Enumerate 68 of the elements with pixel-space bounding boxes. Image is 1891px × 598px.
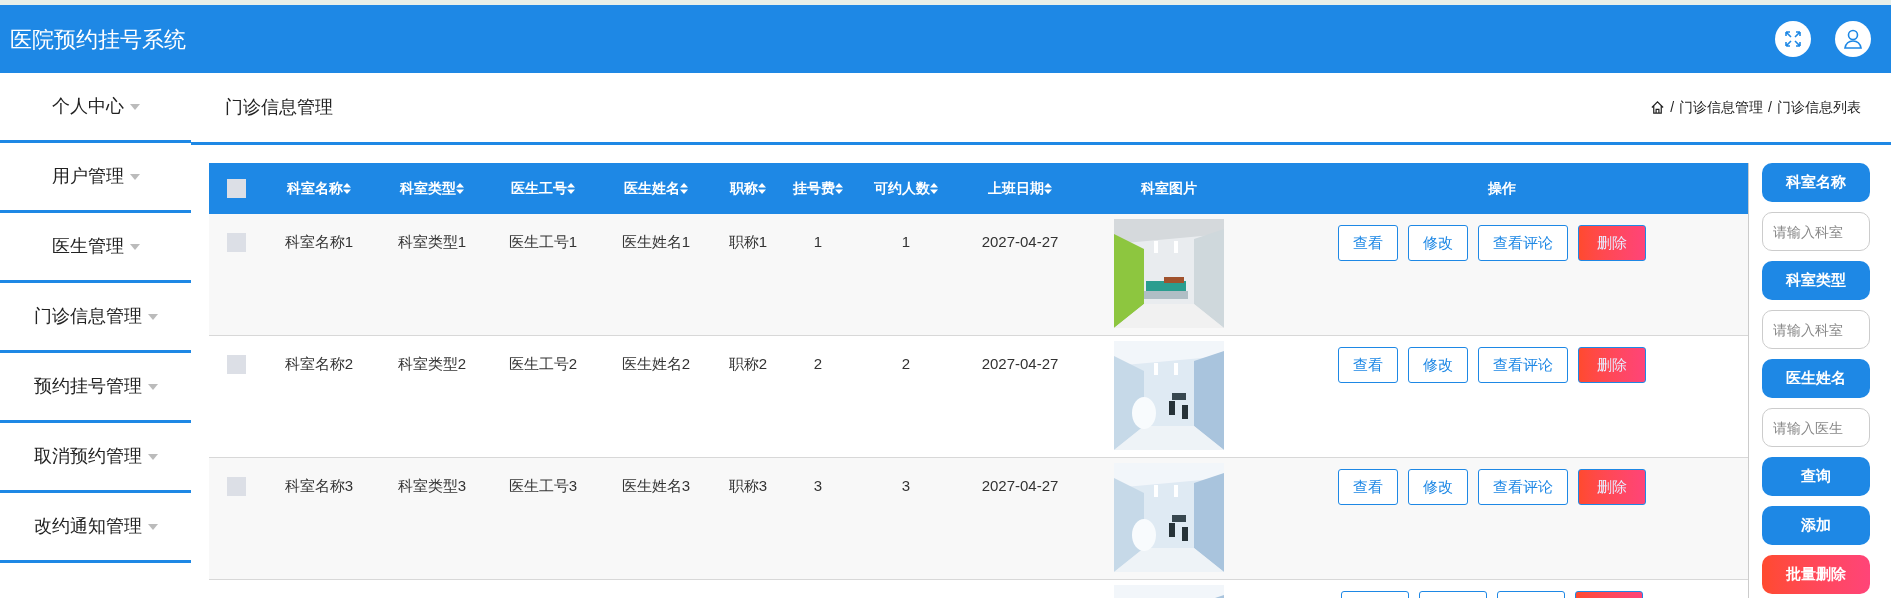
sidebar-item[interactable]: 取消预约管理 (33, 443, 142, 470)
table-cell-text: 职称1 (728, 232, 768, 252)
page-title: 门诊信息管理 (225, 96, 333, 119)
breadcrumb-item: 门诊信息列表 (1777, 98, 1861, 117)
action-button[interactable]: 查看 (1338, 469, 1398, 505)
table-cell-text: 3 (813, 476, 823, 496)
action-button[interactable]: 查看评论 (1478, 347, 1568, 383)
table-cell-text: 科室名称1 (284, 232, 354, 252)
table-cell-text: 科室类型1 (397, 232, 467, 252)
batch-delete-button[interactable]: 批量删除 (1762, 555, 1870, 594)
column-header[interactable]: 挂号费 (793, 178, 835, 199)
sidebar-item[interactable]: 预约挂号管理 (33, 373, 142, 400)
sidebar-item[interactable]: 改约通知管理 (33, 513, 142, 540)
table-cell-text: 2027-04-27 (981, 476, 1059, 496)
action-button[interactable]: 查看 (1338, 225, 1398, 261)
sidebar-item[interactable]: 用户管理 (51, 163, 124, 190)
table-cell-text: 职称3 (728, 476, 768, 496)
table-cell-text: 3 (901, 476, 911, 496)
column-header: 科室图片 (1141, 179, 1197, 198)
table-cell-text: 科室名称2 (284, 354, 354, 374)
action-button[interactable]: 修改 (1408, 347, 1468, 383)
action-button[interactable]: 修改 (1408, 469, 1468, 505)
table-cell-text: 医生姓名1 (621, 232, 691, 252)
table-cell-text: 医生工号2 (508, 354, 578, 374)
filter-label: 医生姓名 (1762, 359, 1870, 398)
breadcrumb-item[interactable]: 门诊信息管理 (1679, 97, 1764, 118)
column-header[interactable]: 医生工号 (511, 178, 567, 199)
search-field[interactable]: 请输入医生 (1762, 408, 1870, 447)
app-title: 医院预约挂号系统 (10, 25, 186, 54)
panel-button[interactable]: 添加 (1762, 506, 1870, 545)
delete-button[interactable]: 删除 (1578, 469, 1646, 505)
table-cell-text: 2027-04-27 (981, 232, 1059, 252)
breadcrumb-separator: / (1670, 98, 1675, 117)
table-cell-text: 医生姓名2 (621, 354, 691, 374)
breadcrumb-separator: / (1768, 98, 1772, 117)
action-button[interactable]: 查看 (1338, 347, 1398, 383)
sidebar-item[interactable]: 医生管理 (51, 233, 124, 260)
column-header[interactable]: 医生姓名 (624, 178, 680, 199)
search-field[interactable]: 请输入科室 (1762, 310, 1870, 349)
delete-button[interactable]: 删除 (1578, 225, 1646, 261)
table-cell-text: 1 (901, 232, 911, 252)
column-header[interactable]: 可约人数 (874, 178, 930, 199)
action-button[interactable]: 修改 (1408, 225, 1468, 261)
panel-button[interactable]: 查询 (1762, 457, 1870, 496)
table-cell-text: 医生工号3 (508, 476, 578, 496)
action-button[interactable]: 查看评论 (1478, 469, 1568, 505)
table-cell-text: 医生工号1 (508, 232, 578, 252)
column-header[interactable]: 科室类型 (400, 178, 456, 199)
table-cell-text: 2027-04-27 (981, 354, 1059, 374)
table-cell-text: 科室类型2 (397, 354, 467, 374)
delete-button[interactable]: 删除 (1578, 347, 1646, 383)
column-header: 操作 (1488, 179, 1516, 198)
sidebar-item[interactable]: 个人中心 (51, 93, 124, 120)
column-header[interactable]: 职称 (730, 178, 758, 199)
sidebar-item[interactable]: 门诊信息管理 (33, 303, 142, 330)
column-header[interactable]: 上班日期 (988, 178, 1044, 199)
filter-label: 科室类型 (1762, 261, 1870, 300)
action-button[interactable]: 查看评论 (1478, 225, 1568, 261)
table-cell-text: 2 (813, 354, 823, 374)
table-cell-text: 2 (901, 354, 911, 374)
search-field[interactable]: 请输入科室 (1762, 212, 1870, 251)
table-cell-text: 科室名称3 (284, 476, 354, 496)
table-cell-text: 1 (813, 232, 823, 252)
column-header[interactable]: 科室名称 (287, 178, 343, 199)
filter-label: 科室名称 (1762, 163, 1870, 202)
table-cell-text: 职称2 (728, 354, 768, 374)
table-cell-text: 医生姓名3 (621, 476, 691, 496)
table-cell-text: 科室类型3 (397, 476, 467, 496)
